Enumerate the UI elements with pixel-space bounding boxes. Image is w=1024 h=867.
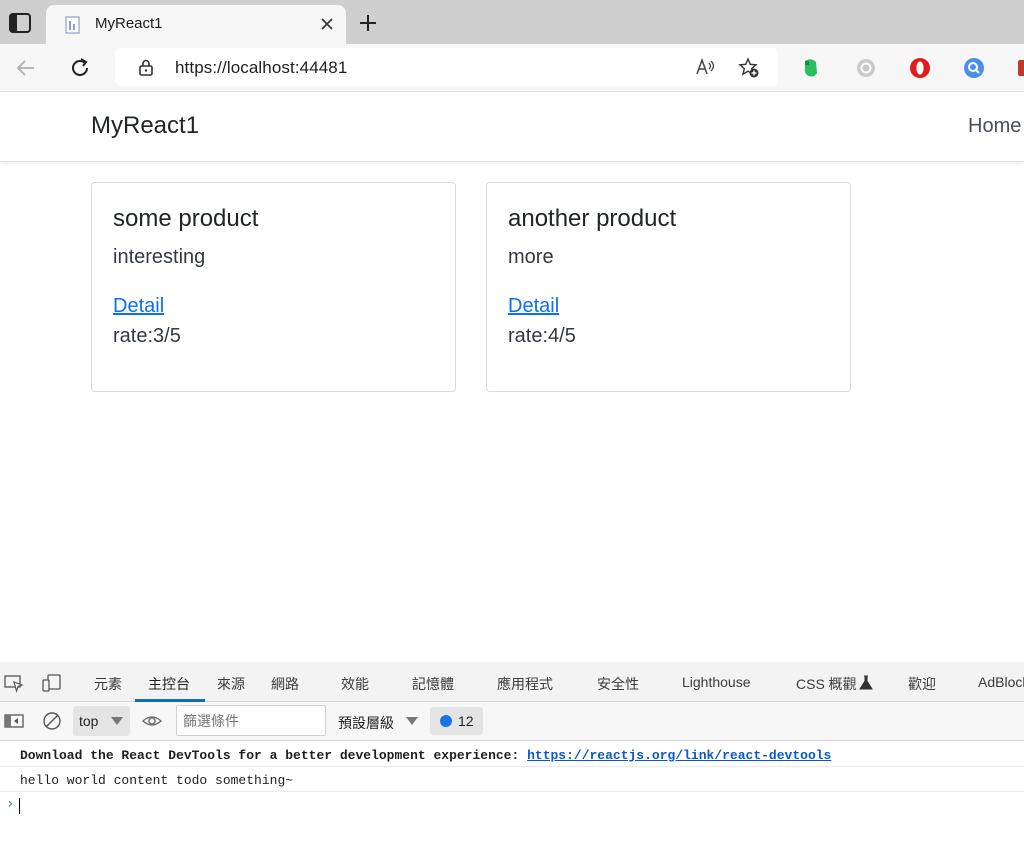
product-title: another product <box>508 205 677 232</box>
read-aloud-icon[interactable] <box>695 57 717 77</box>
product-description: interesting <box>113 246 206 268</box>
url-text[interactable]: https://localhost:44481 <box>175 58 347 78</box>
issues-counter[interactable]: 12 <box>430 707 483 735</box>
grey-extension-icon[interactable] <box>855 57 877 79</box>
add-favorite-icon[interactable] <box>738 57 760 79</box>
log-levels-select[interactable]: 預設層級 <box>338 713 394 733</box>
console-message: hello world content todo something~ <box>0 767 1024 792</box>
issues-count: 12 <box>458 713 474 729</box>
clear-console-icon[interactable] <box>42 711 62 731</box>
sidebar-icon[interactable] <box>8 12 32 34</box>
context-select[interactable]: top <box>73 706 130 736</box>
devtools-panel: 元素 主控台 來源 網路 效能 記憶體 應用程式 安全性 Lighthouse … <box>0 662 1024 867</box>
tab-lighthouse[interactable]: Lighthouse <box>682 674 751 690</box>
inspect-element-icon[interactable] <box>4 673 24 694</box>
address-bar[interactable]: https://localhost:44481 <box>115 48 778 86</box>
tab-memory[interactable]: 記憶體 <box>412 674 454 694</box>
product-rate: rate:3/5 <box>113 325 181 347</box>
flask-icon <box>858 675 874 691</box>
product-title: some product <box>113 205 259 232</box>
tab-performance[interactable]: 效能 <box>341 674 369 694</box>
lock-icon[interactable] <box>137 58 155 76</box>
text-caret <box>19 798 20 814</box>
console-message: Download the React DevTools for a better… <box>0 742 1024 767</box>
tab-css-overview[interactable]: CSS 概觀 <box>796 674 857 694</box>
react-devtools-link[interactable]: https://reactjs.org/link/react-devtools <box>527 748 831 763</box>
tab-security[interactable]: 安全性 <box>597 674 639 694</box>
console-filter-input[interactable] <box>176 705 326 736</box>
dropdown-arrow-icon <box>111 717 123 725</box>
tab-elements[interactable]: 元素 <box>94 674 122 694</box>
product-detail-link[interactable]: Detail <box>113 295 164 318</box>
console-prompt[interactable]: › <box>0 793 1024 815</box>
address-toolbar: https://localhost:44481 <box>0 44 1024 92</box>
context-select-value: top <box>79 713 99 729</box>
tab-strip: MyReact1 <box>0 0 1024 44</box>
app-navbar: MyReact1 Home <box>0 92 1024 162</box>
devtools-tab-bar: 元素 主控台 來源 網路 效能 記憶體 應用程式 安全性 Lighthouse … <box>0 662 1024 702</box>
console-toolbar: top 預設層級 12 <box>0 702 1024 741</box>
product-card: some product interesting Detail rate:3/5 <box>91 182 456 392</box>
tab-network[interactable]: 網路 <box>271 674 299 694</box>
refresh-icon[interactable] <box>68 56 92 80</box>
prompt-chevron-icon: › <box>6 796 15 812</box>
product-detail-link[interactable]: Detail <box>508 295 559 318</box>
red-extension-icon[interactable] <box>1017 57 1024 79</box>
dropdown-arrow-icon <box>406 717 418 725</box>
navbar-brand[interactable]: MyReact1 <box>91 112 199 140</box>
tab-adblock[interactable]: AdBlock <box>978 674 1024 690</box>
device-toolbar-icon[interactable] <box>42 673 62 693</box>
tab-welcome[interactable]: 歡迎 <box>908 674 936 694</box>
product-rate: rate:4/5 <box>508 325 576 347</box>
console-message-text: hello world content todo something~ <box>20 773 294 788</box>
back-arrow-icon[interactable] <box>14 56 38 80</box>
opera-extension-icon[interactable] <box>909 57 931 79</box>
product-card: another product more Detail rate:4/5 <box>486 182 851 392</box>
browser-tab[interactable]: MyReact1 <box>46 5 346 44</box>
product-description: more <box>508 246 554 268</box>
tab-application[interactable]: 應用程式 <box>497 674 553 694</box>
page-favicon-icon <box>64 16 82 34</box>
tab-console[interactable]: 主控台 <box>148 674 190 694</box>
live-expression-eye-icon[interactable] <box>142 711 162 731</box>
evernote-extension-icon[interactable] <box>800 57 822 79</box>
tab-sources[interactable]: 來源 <box>217 674 245 694</box>
nav-home-link[interactable]: Home <box>968 115 1021 138</box>
web-page: MyReact1 Home some product interesting D… <box>0 92 1024 662</box>
message-bubble-icon <box>440 715 452 727</box>
search-extension-icon[interactable] <box>963 57 985 79</box>
sidebar-toggle-icon[interactable] <box>4 711 24 731</box>
console-message-text: Download the React DevTools for a better… <box>20 748 528 763</box>
close-icon[interactable] <box>318 15 336 33</box>
tab-title: MyReact1 <box>95 15 163 32</box>
plus-icon[interactable] <box>357 12 379 34</box>
